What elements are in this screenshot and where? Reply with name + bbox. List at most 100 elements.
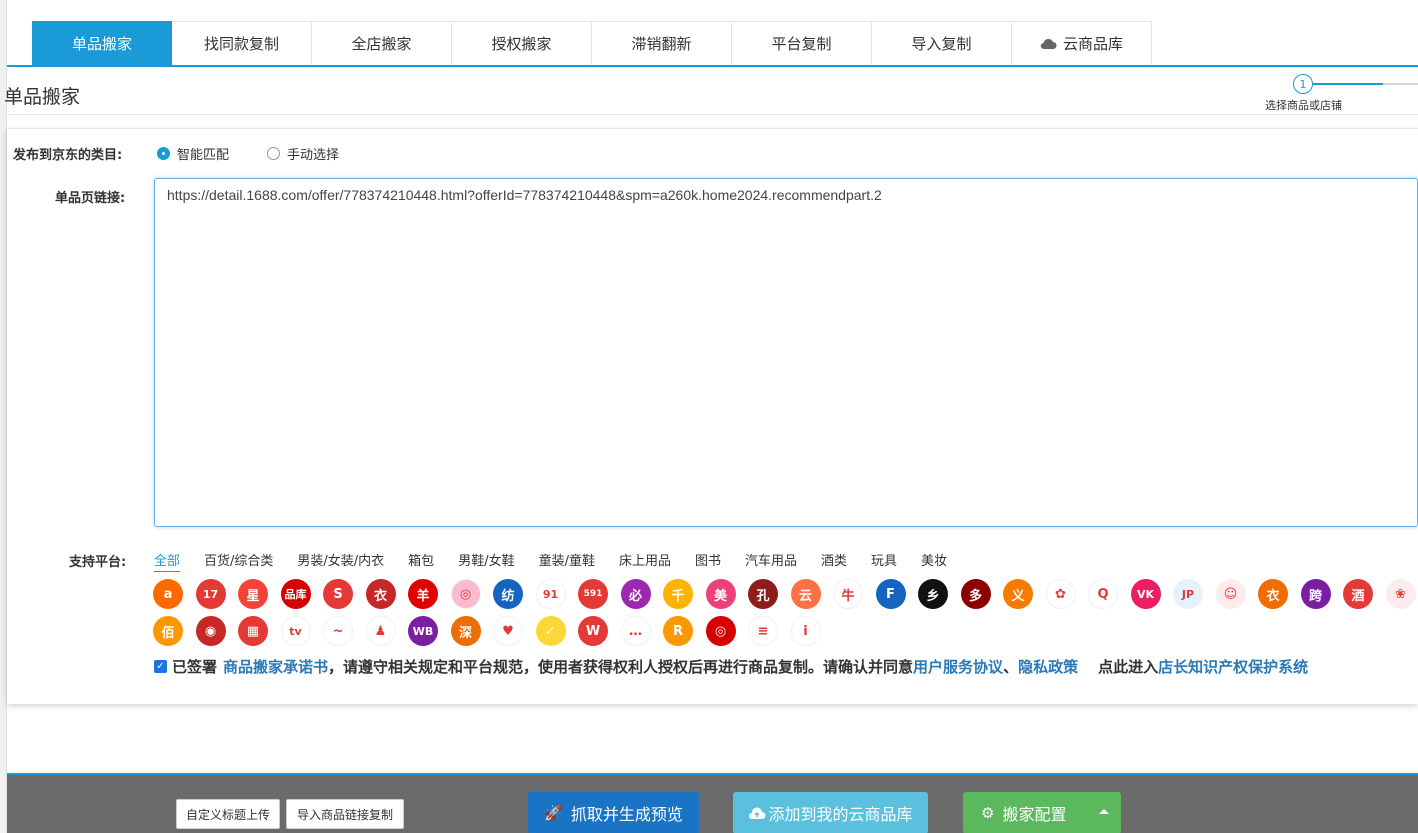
product-url-input[interactable]: https://detail.1688.com/offer/7783742104… [154, 178, 1418, 527]
divider [7, 114, 1418, 115]
custom-title-upload-button[interactable]: 自定义标题上传 [176, 799, 280, 829]
cat-all[interactable]: 全部 [154, 550, 181, 572]
bi-icon[interactable]: 必 [620, 579, 651, 609]
w-icon[interactable]: W [578, 616, 608, 646]
yi2-icon[interactable]: 衣 [1258, 579, 1288, 609]
yang-icon[interactable]: 羊 [408, 579, 438, 609]
baihuo-icon[interactable]: 佰 [153, 616, 183, 646]
move-config-button[interactable]: ⚙ 搬家配置 [963, 792, 1121, 833]
doc-icon[interactable]: ≡ [748, 616, 778, 646]
pinku-icon[interactable]: 品库 [280, 579, 311, 609]
jiu-icon[interactable]: 酒 [1343, 579, 1373, 609]
radio-dot [267, 147, 280, 160]
cat-toys[interactable]: 玩具 [871, 550, 897, 572]
enter-text: 点此进入 [1098, 658, 1159, 676]
tv-icon[interactable]: tv [280, 616, 311, 646]
star-icon[interactable]: 星 [238, 579, 268, 609]
fire-icon[interactable]: ✿ [1045, 579, 1076, 609]
text-logo-icon[interactable]: … [620, 616, 651, 646]
cat-bags[interactable]: 箱包 [408, 550, 434, 572]
tab-refresh[interactable]: 滞销翻新 [592, 21, 732, 66]
s-icon[interactable]: S [323, 579, 353, 609]
tab-whole-store[interactable]: 全店搬家 [312, 21, 452, 66]
tab-import-copy[interactable]: 导入复制 [872, 21, 1012, 66]
add-cloud-library-button[interactable]: 添加到我的云商品库 [733, 792, 928, 833]
radio-manual-select[interactable]: 手动选择 [267, 144, 339, 163]
vk-icon[interactable]: VK [1130, 579, 1161, 609]
figure-icon[interactable]: ♟ [365, 616, 396, 646]
service-agreement-link[interactable]: 用户服务协议 [913, 656, 1003, 677]
alibaba-icon[interactable]: a [153, 579, 183, 609]
kong-icon[interactable]: 孔 [748, 579, 778, 609]
imbk-icon[interactable]: i [790, 616, 821, 646]
shen-icon[interactable]: 深 [450, 616, 481, 646]
tab-label: 云商品库 [1062, 35, 1123, 53]
17zwd-icon[interactable]: 17 [195, 579, 226, 609]
category-label: 发布到京东的类目: [13, 148, 123, 163]
agreement-separator: 、 [1003, 658, 1019, 676]
commitment-link[interactable]: 商品搬家承诺书 [223, 656, 328, 677]
wb-icon[interactable]: WB [408, 616, 438, 646]
ip-protection-link[interactable]: 店长知识产权保护系统 [1158, 656, 1308, 677]
caret-up-icon[interactable] [1099, 809, 1109, 814]
search-q-icon[interactable]: ◎ [450, 579, 481, 609]
tab-label: 导入复制 [911, 35, 972, 53]
emblem-icon[interactable]: ◉ [195, 616, 226, 646]
target-icon[interactable]: ◎ [705, 616, 736, 646]
cat-books[interactable]: 图书 [695, 550, 721, 572]
mei-icon[interactable]: 美 [705, 579, 736, 609]
tab-label: 授权搬家 [491, 35, 552, 53]
cat-liquor[interactable]: 酒类 [821, 550, 847, 572]
radio-smart-match[interactable]: 智能匹配 [157, 144, 229, 163]
jp-icon[interactable]: JP [1173, 579, 1203, 609]
91-icon[interactable]: 91 [535, 579, 566, 609]
step-number: 1 [1293, 74, 1313, 94]
tab-find-same[interactable]: 找同款复制 [172, 21, 312, 66]
r-icon[interactable]: R [663, 616, 693, 646]
cat-kids[interactable]: 童装/童鞋 [539, 550, 595, 572]
cloud-upload-icon [749, 806, 766, 819]
duo-icon[interactable]: 多 [960, 579, 991, 609]
check-icon[interactable]: ✓ [535, 616, 566, 646]
heart-icon[interactable]: ♥ [493, 616, 523, 646]
agreement-checkbox[interactable]: ✓ [154, 660, 167, 673]
tab-cloud-library[interactable]: 云商品库 [1012, 21, 1152, 66]
radio-label: 智能匹配 [177, 148, 230, 163]
f-icon[interactable]: F [875, 579, 906, 609]
niu-icon[interactable]: 牛 [833, 579, 863, 609]
bear-red-icon[interactable]: ☺ [1215, 579, 1246, 609]
import-links-button[interactable]: 导入商品链接复制 [286, 799, 404, 829]
cat-shoes[interactable]: 男鞋/女鞋 [458, 550, 514, 572]
xiang-icon[interactable]: 乡 [918, 579, 948, 609]
cat-bedding[interactable]: 床上用品 [619, 550, 671, 572]
pink-icon[interactable]: ~ [323, 616, 353, 646]
tab-label: 全店搬家 [351, 35, 412, 53]
tab-label: 单品搬家 [71, 35, 132, 53]
page-title: 单品搬家 [4, 86, 81, 108]
cat-general[interactable]: 百货/综合类 [204, 550, 273, 572]
kua-icon[interactable]: 跨 [1300, 579, 1331, 609]
button-label: 搬家配置 [1002, 805, 1067, 824]
pig-icon[interactable]: ❀ [1385, 579, 1416, 609]
tab-label: 平台复制 [771, 35, 832, 53]
cat-auto[interactable]: 汽车用品 [745, 550, 797, 572]
cat-clothing[interactable]: 男装/女装/内衣 [297, 550, 384, 572]
yun-icon[interactable]: 云 [790, 579, 821, 609]
fang-icon[interactable]: 纺 [493, 579, 523, 609]
tab-platform-copy[interactable]: 平台复制 [732, 21, 872, 66]
grid-icon[interactable]: ▦ [238, 616, 268, 646]
platform-category-tabs: 全部 百货/综合类 男装/女装/内衣 箱包 男鞋/女鞋 童装/童鞋 床上用品 图… [154, 550, 947, 572]
yi-icon[interactable]: 衣 [365, 579, 396, 609]
grab-preview-button[interactable]: 🚀 抓取并生成预览 [528, 792, 699, 833]
qian-icon[interactable]: 千 [663, 579, 693, 609]
platform-icons-row-2: 佰 ◉ ▦ tv ~ ♟ WB 深 ♥ ✓ W … R ◎ ≡ i [153, 616, 833, 646]
footer-bar: 自定义标题上传 导入商品链接复制 🚀 抓取并生成预览 添加到我的云商品库 ⚙ 搬… [7, 773, 1418, 833]
yiwu-icon[interactable]: 义 [1003, 579, 1033, 609]
tab-authorized[interactable]: 授权搬家 [452, 21, 592, 66]
link-label: 单品页链接: [55, 191, 126, 206]
tab-single-move[interactable]: 单品搬家 [32, 21, 172, 66]
591-icon[interactable]: 591 [578, 579, 608, 609]
privacy-policy-link[interactable]: 隐私政策 [1018, 656, 1078, 677]
q-icon[interactable]: Q [1088, 579, 1118, 609]
cat-beauty[interactable]: 美妆 [921, 550, 947, 572]
